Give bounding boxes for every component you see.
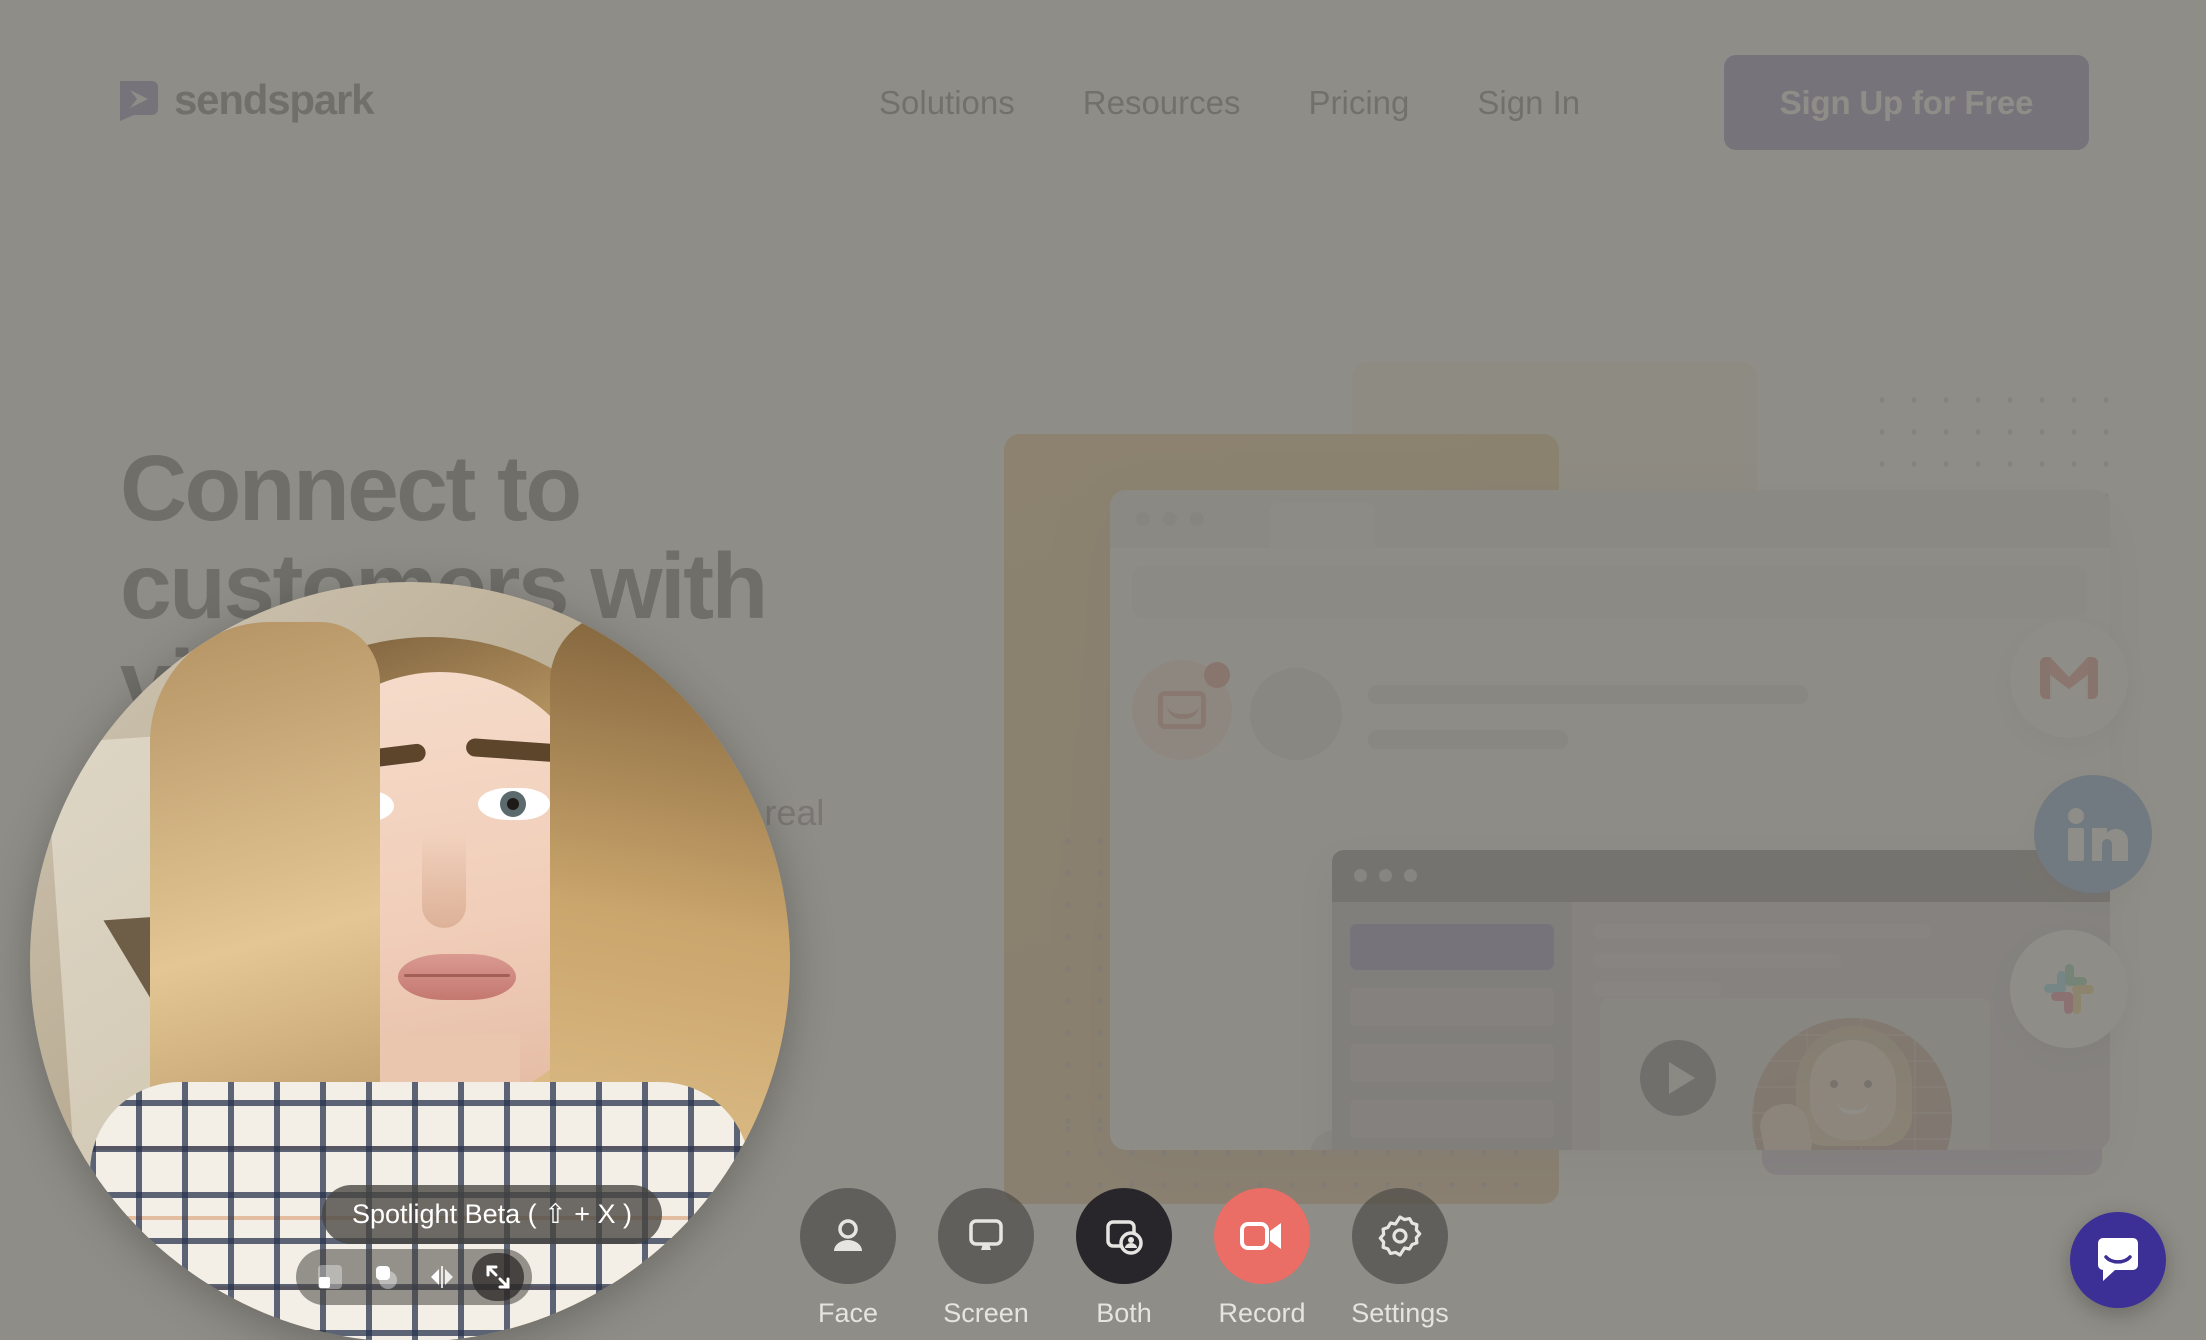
blur-square-icon[interactable] bbox=[304, 1253, 356, 1301]
screen-person-icon bbox=[1076, 1188, 1172, 1284]
spotlight-tooltip: Spotlight Beta ( ⇧ + X ) bbox=[322, 1185, 663, 1244]
mode-screen[interactable]: Screen bbox=[938, 1188, 1034, 1329]
gear-icon bbox=[1352, 1188, 1448, 1284]
monitor-icon bbox=[938, 1188, 1034, 1284]
webcam-controls-bar bbox=[296, 1249, 532, 1305]
mode-face-label: Face bbox=[817, 1298, 879, 1328]
record-label: Record bbox=[1218, 1298, 1306, 1328]
circle-square-icon[interactable] bbox=[360, 1253, 412, 1301]
mode-both-label: Both bbox=[1096, 1298, 1152, 1328]
video-camera-icon bbox=[1214, 1188, 1310, 1284]
intercom-chat-icon[interactable] bbox=[2070, 1212, 2166, 1308]
record-button[interactable]: Record bbox=[1214, 1188, 1310, 1329]
mode-both[interactable]: Both bbox=[1076, 1188, 1172, 1329]
mirror-flip-icon[interactable] bbox=[416, 1253, 468, 1301]
mode-face[interactable]: Face bbox=[800, 1188, 896, 1329]
mode-screen-label: Screen bbox=[943, 1298, 1029, 1328]
recorder-toolbar: Face Screen Both Record Settings bbox=[800, 1188, 1449, 1329]
expand-arrows-icon[interactable] bbox=[472, 1253, 524, 1301]
settings-button[interactable]: Settings bbox=[1351, 1188, 1449, 1329]
settings-label: Settings bbox=[1351, 1298, 1449, 1328]
person-icon bbox=[800, 1188, 896, 1284]
